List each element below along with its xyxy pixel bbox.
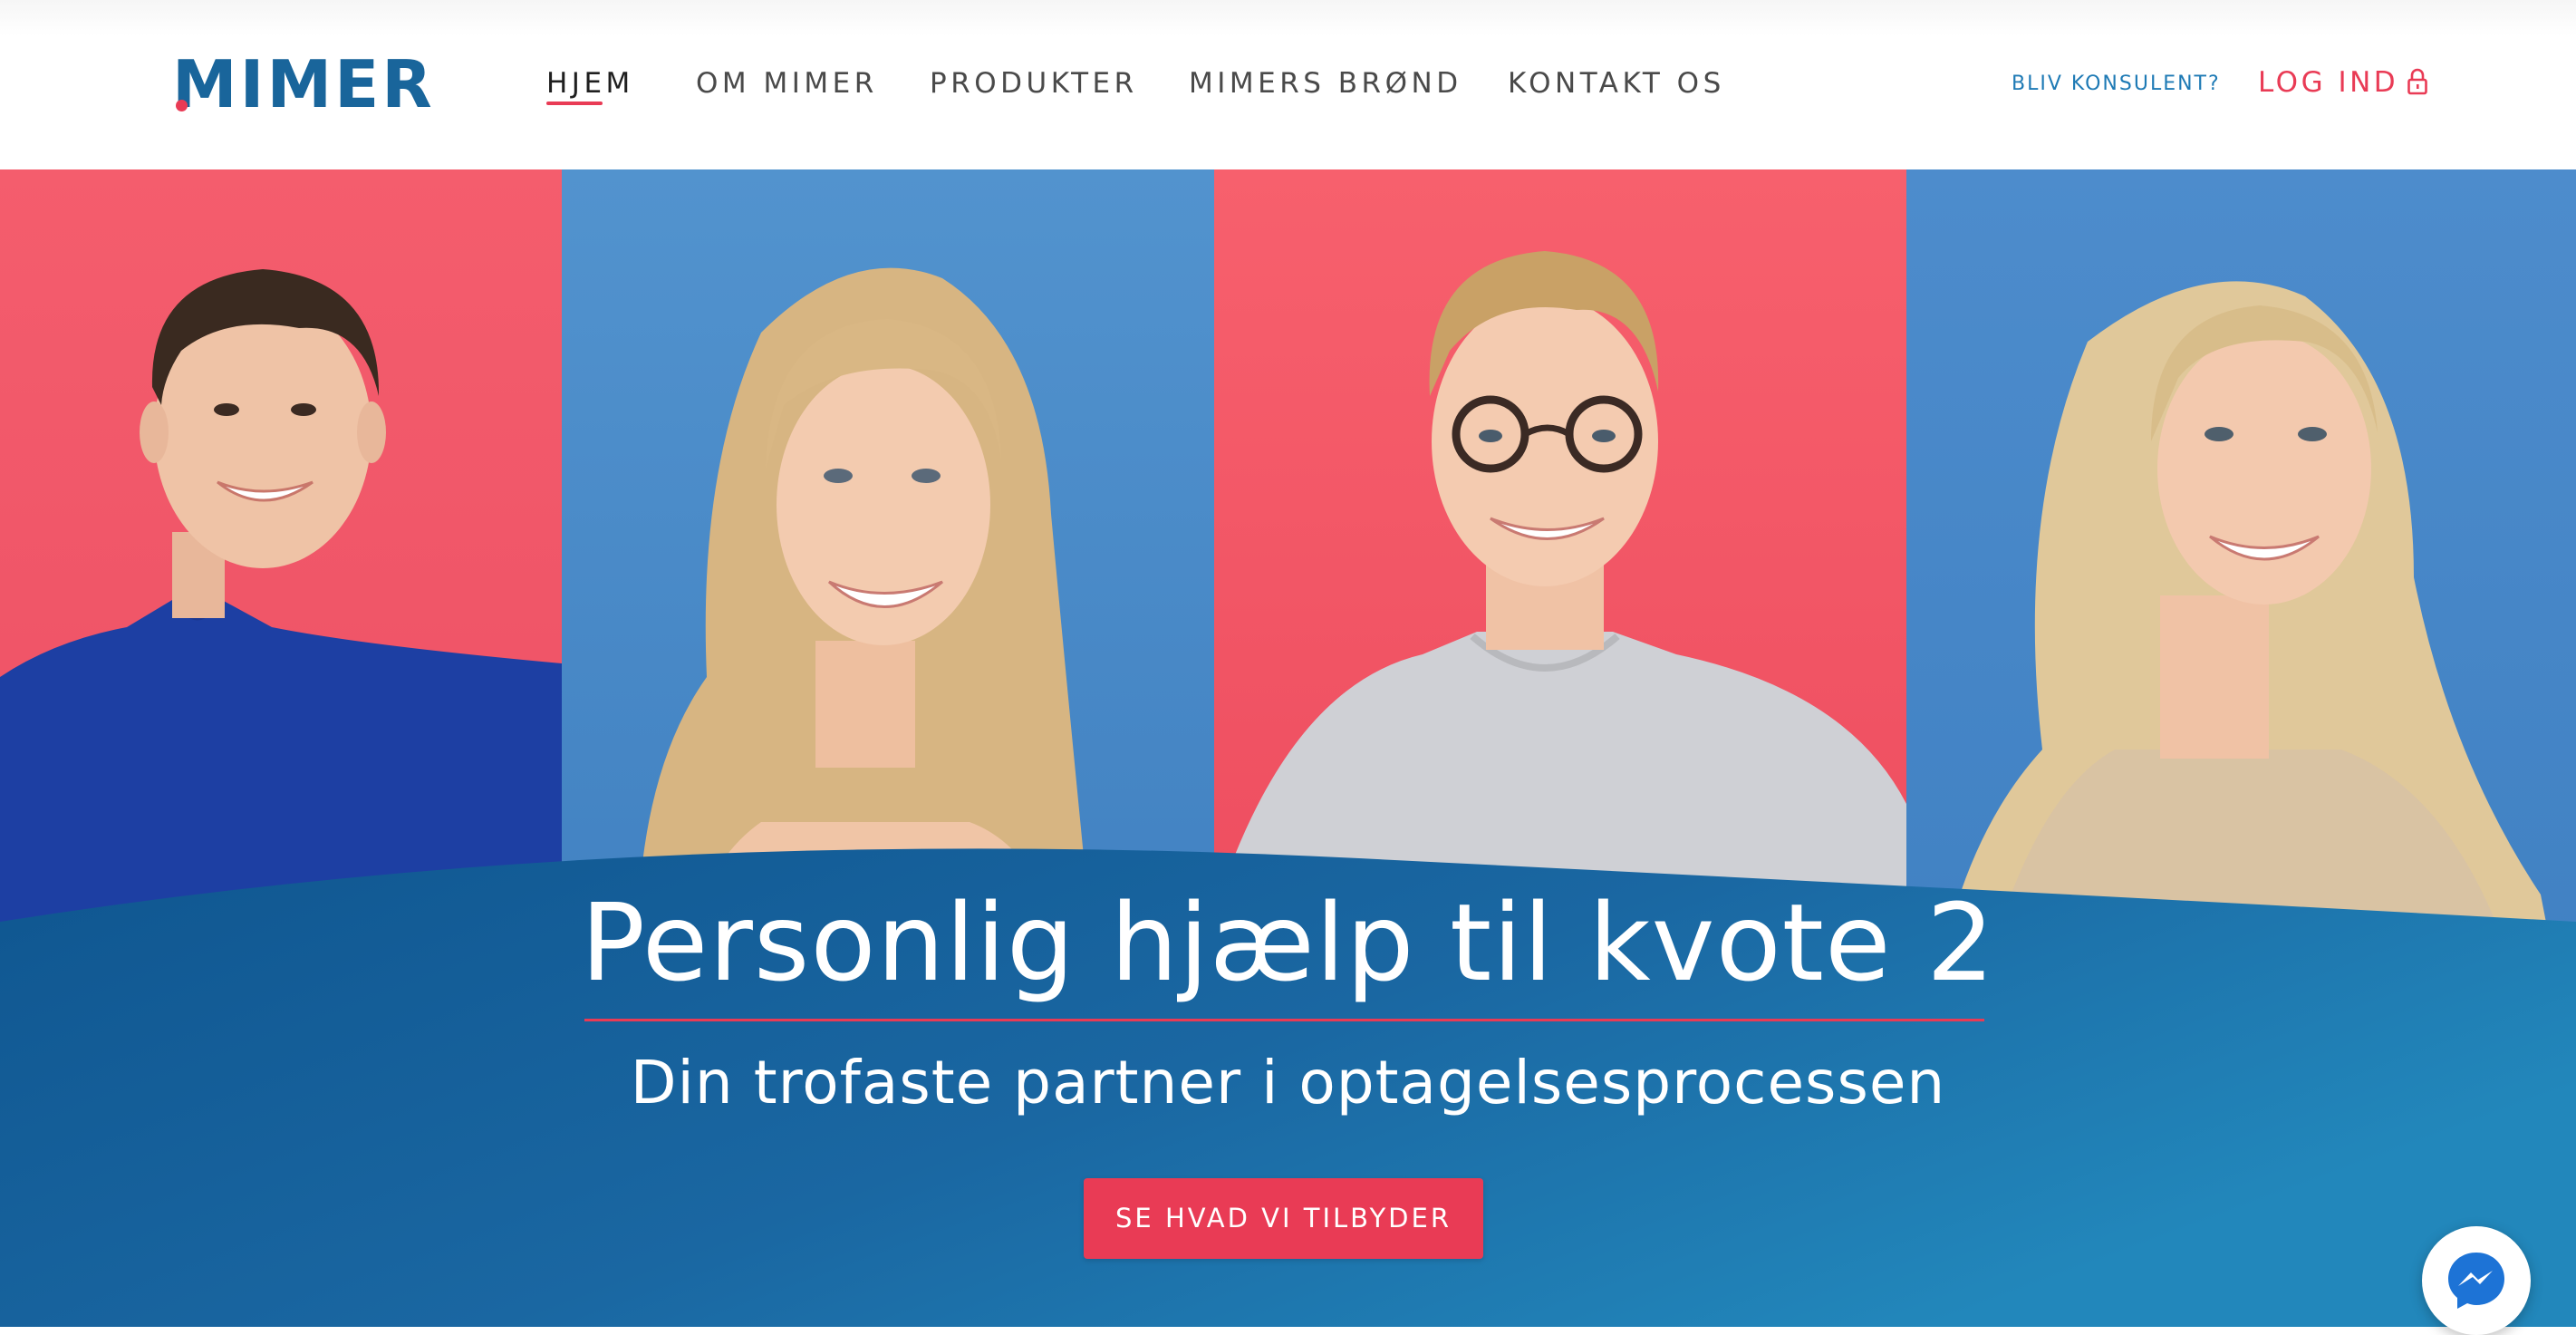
active-nav-underline xyxy=(546,102,603,105)
nav-item-produkter[interactable]: PRODUKTER xyxy=(930,65,1138,102)
become-consultant-link[interactable]: BLIV KONSULENT? xyxy=(2012,71,2221,98)
nav-item-mimers-brond[interactable]: MIMERS BRØND xyxy=(1189,65,1462,102)
login-link[interactable]: LOG IND xyxy=(2258,63,2398,102)
hero-title-underline xyxy=(584,1019,1984,1021)
lock-icon[interactable] xyxy=(2407,68,2428,95)
hero-wave-background xyxy=(0,848,2576,1327)
hero-title: Personlig hjælp til kvote 2 xyxy=(580,880,1996,1005)
messenger-icon xyxy=(2448,1253,2504,1309)
see-offerings-button[interactable]: SE HVAD VI TILBYDER xyxy=(1084,1178,1483,1259)
hero-section: Personlig hjælp til kvote 2 Din trofaste… xyxy=(0,169,2576,1335)
nav-item-om-mimer[interactable]: OM MIMER xyxy=(696,65,878,102)
site-header: MIMER HJEM OM MIMER PRODUKTER MIMERS BRØ… xyxy=(0,0,2576,169)
logo-text: MIMER xyxy=(172,46,435,122)
logo[interactable]: MIMER xyxy=(172,52,435,117)
messenger-chat-button[interactable] xyxy=(2422,1226,2531,1335)
hero-subtitle: Din trofaste partner i optagelsesprocess… xyxy=(630,1048,1946,1117)
logo-dot xyxy=(176,100,188,111)
nav-item-hjem[interactable]: HJEM xyxy=(546,65,634,102)
nav-item-kontakt-os[interactable]: KONTAKT OS xyxy=(1508,65,1725,102)
